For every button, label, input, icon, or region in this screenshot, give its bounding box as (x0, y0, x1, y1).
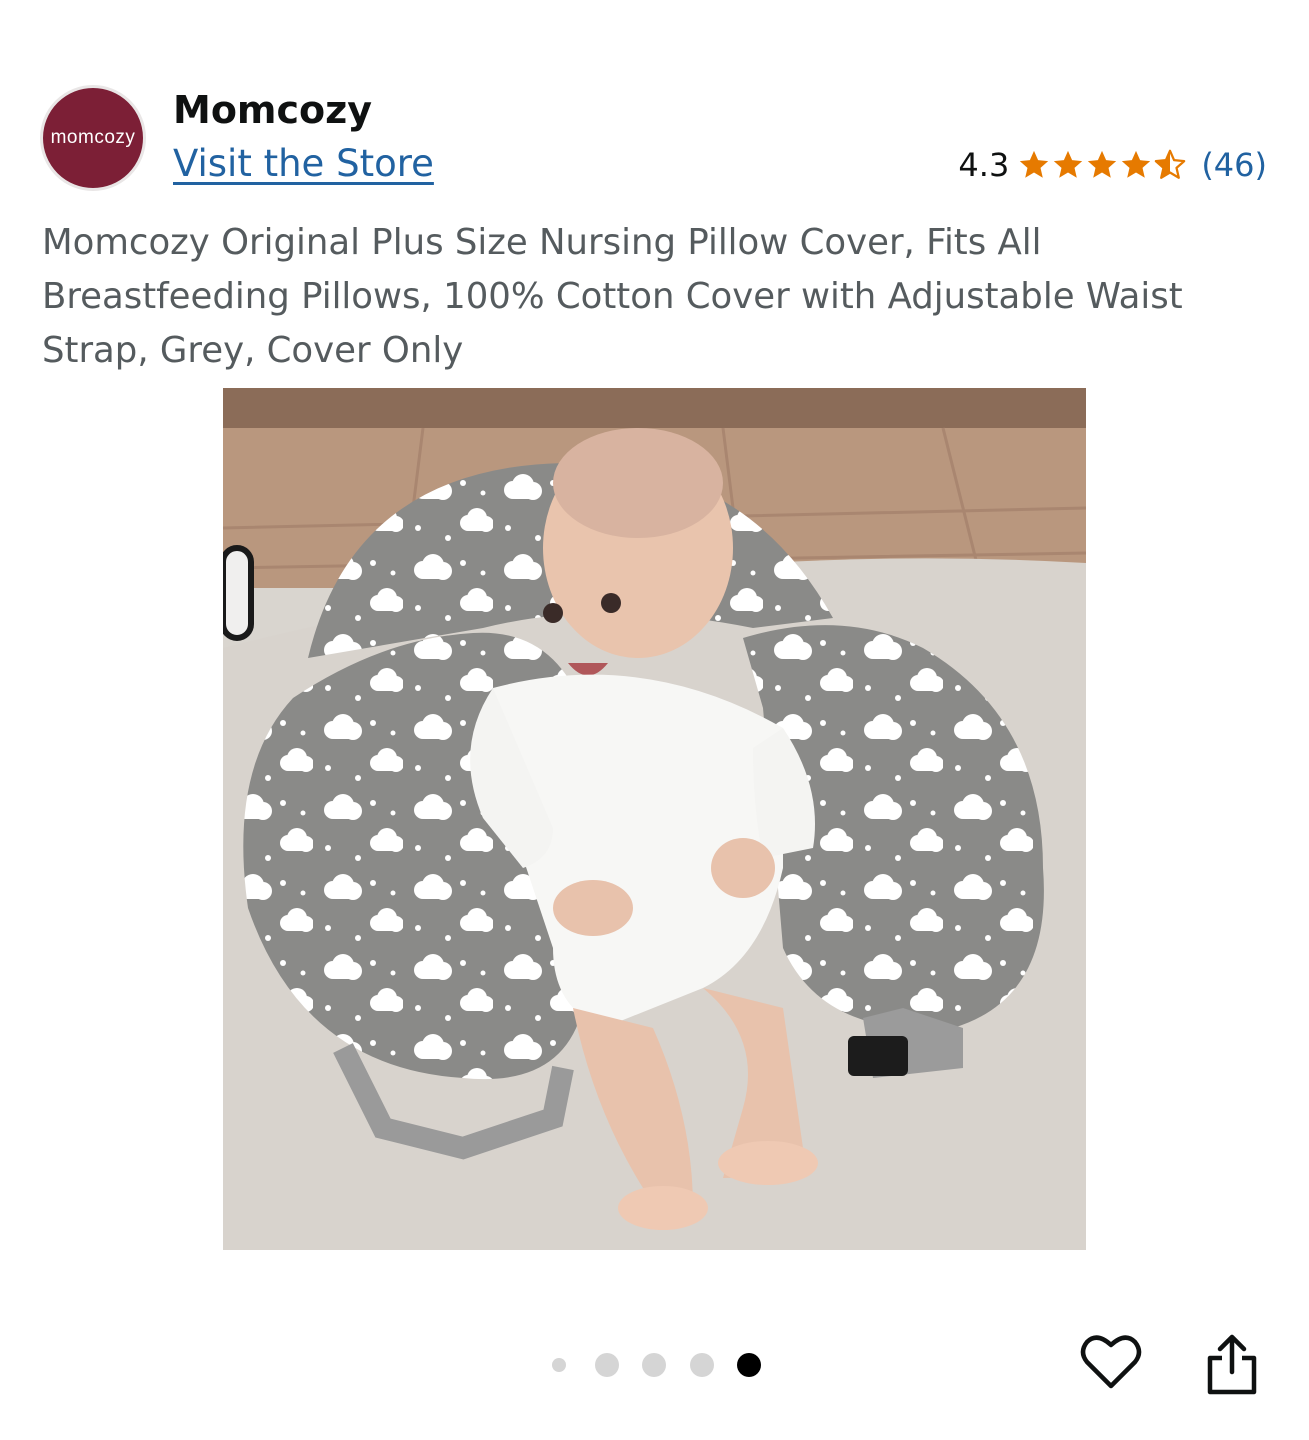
store-header: momcozy Momcozy Visit the Store 4.3 (46) (0, 0, 1309, 200)
rating-count[interactable]: (46) (1201, 146, 1267, 184)
star-rating (1017, 148, 1187, 182)
star-icon (1054, 150, 1083, 178)
product-image[interactable] (223, 388, 1086, 1250)
star-icon (1088, 150, 1117, 178)
half-star-icon (1155, 149, 1186, 179)
rating-summary[interactable]: 4.3 (46) (958, 146, 1267, 184)
star-icon (1020, 150, 1049, 178)
pagination-dot-active[interactable] (737, 1353, 761, 1377)
pagination-dot[interactable] (642, 1353, 666, 1377)
product-photo (223, 388, 1086, 1250)
pagination-dot[interactable] (552, 1358, 566, 1372)
logo-text: momcozy (50, 127, 136, 148)
heart-icon[interactable] (1080, 1332, 1142, 1392)
visit-store-link[interactable]: Visit the Store (173, 142, 434, 185)
brand-logo[interactable]: momcozy (40, 85, 146, 191)
star-icon (1122, 150, 1151, 178)
share-icon[interactable] (1204, 1332, 1260, 1396)
product-title: Momcozy Original Plus Size Nursing Pillo… (42, 222, 1183, 371)
rating-value: 4.3 (958, 146, 1010, 184)
brand-name: Momcozy (173, 88, 373, 132)
pagination-dot[interactable] (690, 1353, 714, 1377)
pagination-dot[interactable] (595, 1353, 619, 1377)
image-pagination[interactable] (540, 1350, 780, 1378)
